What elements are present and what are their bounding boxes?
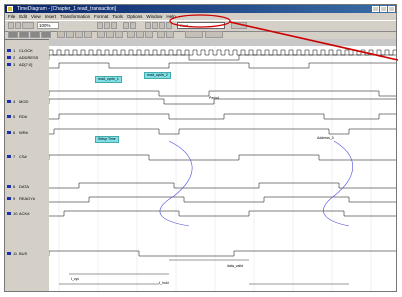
- signal-icon: [7, 115, 11, 119]
- signal-icon: [7, 63, 11, 67]
- zoom-in-icon[interactable]: [145, 22, 151, 29]
- tool-n-icon[interactable]: [145, 31, 153, 38]
- tool-a-icon[interactable]: [8, 31, 18, 38]
- find-input[interactable]: Find: [177, 22, 225, 29]
- signal-waveform: [49, 196, 396, 203]
- signal-row[interactable]: 5 RD#: [7, 114, 27, 119]
- signal-waveform: [49, 210, 396, 217]
- menu-insert[interactable]: Insert: [45, 13, 56, 20]
- menu-help[interactable]: Help: [166, 13, 175, 20]
- annotation-note[interactable]: read_cycle_1: [95, 76, 122, 83]
- timing-label: data_valid: [227, 264, 243, 268]
- tool-f-icon[interactable]: [66, 31, 74, 38]
- signal-icon: [7, 56, 11, 60]
- tool-q-icon[interactable]: [185, 31, 203, 38]
- tool-o-icon[interactable]: [157, 31, 165, 38]
- signal-row[interactable]: 9 READY#: [7, 196, 35, 201]
- causal-curve: [323, 140, 354, 227]
- signal-icon: [7, 100, 11, 104]
- menu-edit[interactable]: Edit: [19, 13, 27, 20]
- signal-row[interactable]: 7 CS#: [7, 154, 27, 159]
- menu-view[interactable]: View: [31, 13, 41, 20]
- app-icon: [7, 6, 13, 12]
- minimize-icon[interactable]: [372, 6, 379, 12]
- annotation-note[interactable]: read_cycle_2: [144, 72, 171, 79]
- app-window: TimeDiagram - [Chapter_1 read_transactio…: [4, 4, 397, 292]
- menu-options[interactable]: Options: [127, 13, 143, 20]
- signal-waveform: [49, 250, 396, 257]
- tool-e-icon[interactable]: [57, 31, 65, 38]
- signal-name-list: 1 CLOCK 2 ADDRESS 3 AD[7:0] 4 MOD 5 RD# 6 WR# …: [5, 46, 50, 291]
- waveform-area[interactable]: read_cycle_1 read_cycle_2 Setup Time t_c…: [49, 46, 396, 291]
- timing-label: Period: [209, 96, 220, 100]
- tool-c-icon[interactable]: [30, 31, 40, 38]
- signal-icon: [7, 131, 11, 135]
- signal-waveform: [49, 62, 396, 69]
- tool-p-icon[interactable]: [166, 31, 174, 38]
- signal-icon: [7, 252, 11, 256]
- tool-i-icon[interactable]: [97, 31, 105, 38]
- signal-icon: [7, 185, 11, 189]
- tool-m-icon[interactable]: [136, 31, 144, 38]
- signal-waveform: [49, 90, 396, 97]
- zoom-level: 100%: [39, 23, 51, 28]
- new-icon[interactable]: [8, 22, 14, 29]
- copy-icon[interactable]: [104, 22, 110, 29]
- menu-file[interactable]: File: [8, 13, 15, 20]
- signal-row[interactable]: 11 BUS: [7, 251, 27, 256]
- maximize-icon[interactable]: [380, 6, 387, 12]
- tool-r-icon[interactable]: [205, 31, 223, 38]
- tool-h-icon[interactable]: [84, 31, 92, 38]
- zoom-out-icon[interactable]: [152, 22, 158, 29]
- annotation-note[interactable]: Setup Time: [95, 136, 119, 143]
- clock-waveform: [49, 49, 396, 56]
- menu-format[interactable]: Format: [94, 13, 108, 20]
- undo-icon[interactable]: [123, 22, 129, 29]
- signal-icon: [7, 49, 11, 53]
- window-controls: [372, 6, 395, 12]
- menu-window[interactable]: Window: [146, 13, 162, 20]
- menu-transformation[interactable]: Transformation: [60, 13, 90, 20]
- cursor-icon[interactable]: [159, 22, 165, 29]
- window-title: TimeDiagram - [Chapter_1 read_transactio…: [17, 6, 117, 12]
- title-bar: TimeDiagram - [Chapter_1 read_transactio…: [5, 5, 396, 13]
- signal-icon: [7, 212, 11, 216]
- timing-label: t_hold: [159, 281, 169, 285]
- signal-icon: [7, 197, 11, 201]
- menu-bar: File Edit View Insert Transformation For…: [5, 13, 396, 20]
- signal-waveform: [49, 98, 396, 105]
- signal-row[interactable]: 10 ACK#: [7, 211, 29, 216]
- timing-label: t_cyc: [71, 277, 80, 281]
- signal-row[interactable]: 8 DATA: [7, 184, 29, 189]
- signal-row[interactable]: 6 WR#: [7, 130, 28, 135]
- cut-icon[interactable]: [97, 22, 103, 29]
- signal-waveform: [49, 113, 396, 120]
- signal-waveform: [49, 128, 396, 135]
- tool-g-icon[interactable]: [75, 31, 83, 38]
- signal-row[interactable]: 1 CLOCK: [7, 48, 33, 53]
- signal-waveform: [49, 154, 396, 161]
- tool-d-icon[interactable]: [41, 31, 51, 38]
- menu-tools[interactable]: Tools: [112, 13, 123, 20]
- tool-b-icon[interactable]: [19, 31, 29, 38]
- marker-icon[interactable]: [166, 22, 172, 29]
- signal-icon: [7, 155, 11, 159]
- signal-row[interactable]: 2 ADDRESS: [7, 55, 38, 60]
- save-icon[interactable]: [22, 22, 34, 29]
- close-icon[interactable]: [388, 6, 395, 12]
- open-icon[interactable]: [15, 22, 21, 29]
- signal-row[interactable]: 4 MOD: [7, 99, 28, 104]
- tool-l-icon[interactable]: [127, 31, 135, 38]
- find-button[interactable]: [231, 22, 247, 29]
- signal-waveform: [49, 54, 396, 61]
- tool-j-icon[interactable]: [106, 31, 114, 38]
- redo-icon[interactable]: [130, 22, 136, 29]
- timing-label: Address_0: [317, 136, 334, 140]
- signal-waveform: [49, 182, 396, 189]
- tool-k-icon[interactable]: [115, 31, 123, 38]
- signal-row[interactable]: 3 AD[7:0]: [7, 62, 32, 67]
- paste-icon[interactable]: [111, 22, 117, 29]
